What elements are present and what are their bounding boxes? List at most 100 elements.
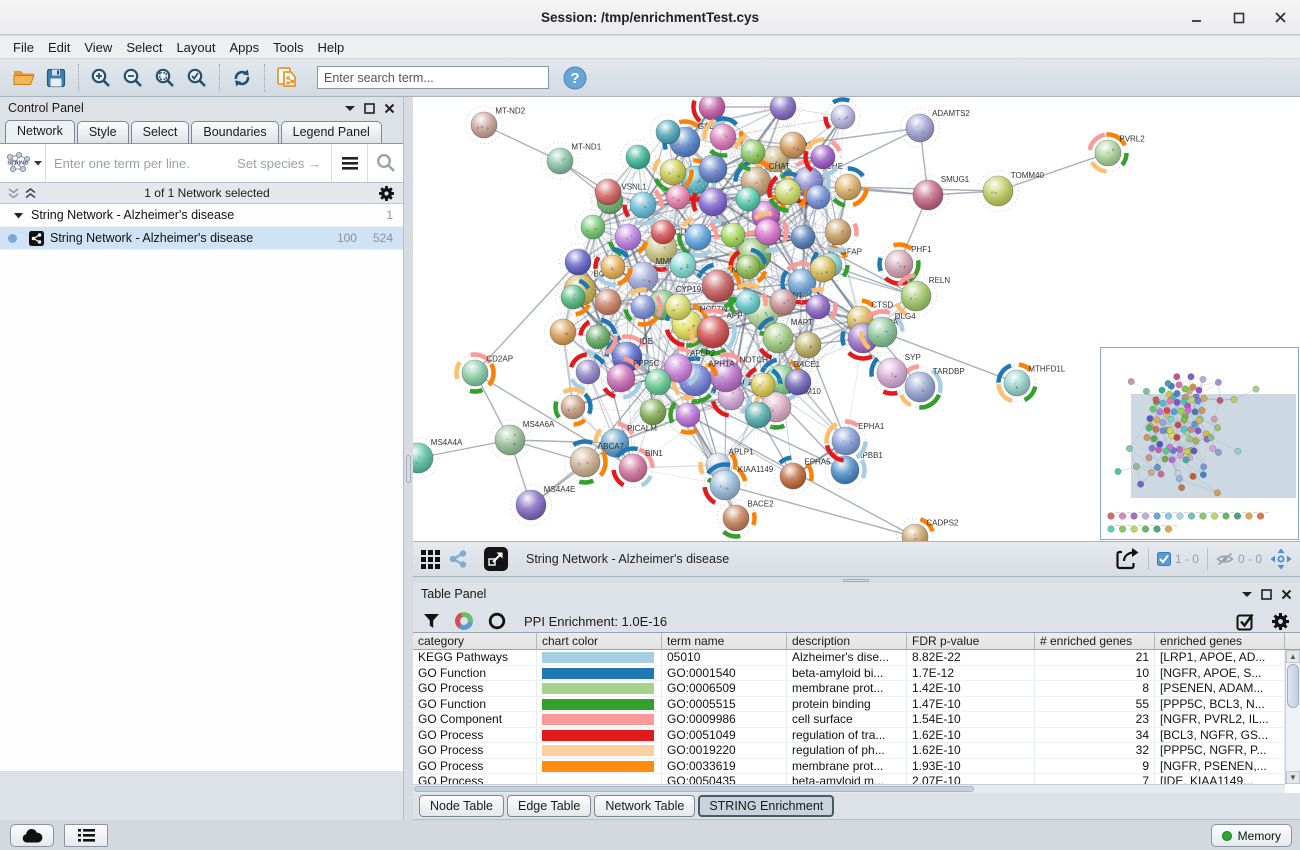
birds-eye-view[interactable] bbox=[1100, 347, 1299, 540]
network-node[interactable] bbox=[679, 219, 716, 256]
panel-float-icon[interactable] bbox=[364, 103, 375, 114]
horizontal-scrollbar[interactable] bbox=[413, 784, 1285, 793]
network-node[interactable] bbox=[571, 355, 606, 390]
navigate-crosshair-icon[interactable] bbox=[1270, 548, 1292, 570]
task-history-button[interactable] bbox=[64, 824, 108, 847]
tab-network[interactable]: Network bbox=[5, 120, 75, 143]
zoom-selected-button[interactable] bbox=[181, 63, 213, 93]
menu-item-layout[interactable]: Layout bbox=[169, 38, 222, 57]
splitter-grip[interactable] bbox=[406, 455, 411, 483]
network-collection-row[interactable]: String Network - Alzheimer's disease 1 bbox=[0, 204, 403, 227]
zoom-in-button[interactable] bbox=[85, 63, 117, 93]
network-node[interactable] bbox=[545, 314, 582, 351]
network-node[interactable]: MT-ND1 bbox=[542, 143, 602, 180]
memory-button[interactable]: Memory bbox=[1211, 824, 1292, 847]
table-row[interactable]: GO FunctionGO:0005515protein binding1.47… bbox=[413, 697, 1300, 713]
network-node[interactable] bbox=[806, 140, 841, 175]
table-row[interactable]: GO ProcessGO:0033619membrane prot...1.93… bbox=[413, 759, 1300, 775]
zoom-fit-button[interactable] bbox=[149, 63, 181, 93]
network-node[interactable] bbox=[655, 154, 692, 191]
menu-item-help[interactable]: Help bbox=[311, 38, 352, 57]
network-node[interactable]: BACE2 bbox=[718, 500, 775, 537]
column-header-chart-color[interactable]: chart color bbox=[537, 633, 662, 649]
column-header-category[interactable]: category bbox=[413, 633, 537, 649]
network-node[interactable] bbox=[581, 320, 616, 355]
save-session-button[interactable] bbox=[40, 63, 72, 93]
tab-boundaries[interactable]: Boundaries bbox=[191, 121, 278, 143]
table-row[interactable]: GO ComponentGO:0009986cell surface1.54E-… bbox=[413, 712, 1300, 728]
gear-icon[interactable] bbox=[1271, 612, 1290, 631]
minimize-button[interactable] bbox=[1188, 9, 1206, 27]
menu-item-select[interactable]: Select bbox=[119, 38, 169, 57]
splitter-grip[interactable] bbox=[843, 579, 869, 582]
network-node[interactable]: MS4A6A bbox=[490, 420, 556, 461]
tab-edge-table[interactable]: Edge Table bbox=[507, 795, 591, 817]
set-species-label[interactable]: Set species → bbox=[237, 156, 331, 171]
refresh-button[interactable] bbox=[226, 63, 258, 93]
string-query-input[interactable] bbox=[46, 156, 237, 171]
new-network-from-selection-button[interactable] bbox=[271, 63, 303, 93]
tab-node-table[interactable]: Node Table bbox=[419, 795, 504, 817]
network-node[interactable] bbox=[801, 290, 836, 325]
expand-all-icon[interactable] bbox=[25, 188, 36, 199]
network-node[interactable]: MTHFD1L bbox=[999, 365, 1066, 402]
panel-float-icon[interactable] bbox=[1261, 589, 1272, 600]
panel-menu-icon[interactable] bbox=[1242, 590, 1252, 598]
table-row[interactable]: GO ProcessGO:0051049regulation of tra...… bbox=[413, 728, 1300, 744]
column-header-fdr-p-value[interactable]: FDR p-value bbox=[907, 633, 1035, 649]
maximize-button[interactable] bbox=[1230, 9, 1248, 27]
network-canvas[interactable]: MT-ND2MT-ND1VSNL1GAB2ADAMTS2PVRL2SMUG1TO… bbox=[413, 97, 1300, 541]
close-button[interactable] bbox=[1272, 9, 1290, 27]
tab-string-enrichment[interactable]: STRING Enrichment bbox=[698, 795, 834, 817]
network-node[interactable]: PVRL2 bbox=[1090, 135, 1146, 172]
open-session-button[interactable] bbox=[8, 63, 40, 93]
grid-view-icon[interactable] bbox=[421, 550, 440, 569]
network-node[interactable]: CADPS2 bbox=[897, 519, 959, 542]
tree-expand-icon[interactable] bbox=[14, 212, 23, 219]
vertical-splitter[interactable] bbox=[404, 97, 413, 820]
column-header-term-name[interactable]: term name bbox=[662, 633, 787, 649]
network-node[interactable] bbox=[825, 100, 860, 135]
string-source-selector[interactable]: STRING bbox=[0, 144, 46, 182]
menu-item-tools[interactable]: Tools bbox=[266, 38, 310, 57]
table-row[interactable]: GO FunctionGO:0001540beta-amyloid bi...1… bbox=[413, 666, 1300, 682]
network-node[interactable]: CD2AP bbox=[456, 354, 513, 391]
scroll-down-arrow[interactable]: ▼ bbox=[1286, 771, 1300, 784]
network-node[interactable] bbox=[665, 247, 702, 284]
export-network-button[interactable] bbox=[1114, 546, 1140, 572]
column-header--enriched-genes[interactable]: # enriched genes bbox=[1035, 633, 1155, 649]
scroll-up-arrow[interactable]: ▲ bbox=[1286, 650, 1300, 663]
detach-view-button[interactable] bbox=[484, 547, 508, 571]
search-input[interactable] bbox=[317, 66, 549, 89]
collapse-all-icon[interactable] bbox=[8, 188, 19, 199]
panel-close-icon[interactable] bbox=[1281, 589, 1292, 600]
network-node[interactable] bbox=[731, 250, 766, 285]
network-row-selected[interactable]: String Network - Alzheimer's disease 100… bbox=[0, 227, 403, 250]
table-row[interactable]: GO ProcessGO:0006509membrane prot...1.42… bbox=[413, 681, 1300, 697]
network-node[interactable] bbox=[596, 249, 631, 284]
network-node[interactable]: MS4A4E bbox=[511, 485, 576, 526]
gear-icon[interactable] bbox=[378, 185, 395, 202]
network-node[interactable]: EPHA5 bbox=[775, 458, 832, 495]
tab-network-table[interactable]: Network Table bbox=[594, 795, 695, 817]
select-rows-icon[interactable] bbox=[1236, 612, 1255, 631]
chart-donut-icon[interactable] bbox=[454, 611, 474, 631]
network-node[interactable]: SMUG1 bbox=[908, 175, 970, 216]
scrollbar-thumb[interactable] bbox=[1287, 664, 1299, 708]
network-node[interactable]: RELN bbox=[896, 276, 951, 317]
string-search-button[interactable] bbox=[367, 144, 403, 182]
menu-item-file[interactable]: File bbox=[6, 38, 41, 57]
table-row[interactable]: GO ProcessGO:0050435beta-amyloid m...2.0… bbox=[413, 774, 1300, 784]
menu-item-edit[interactable]: Edit bbox=[41, 38, 77, 57]
network-node[interactable] bbox=[624, 187, 661, 224]
network-node[interactable]: TOMM40 bbox=[978, 171, 1045, 212]
network-node[interactable]: MS4A4A bbox=[413, 438, 463, 479]
table-row[interactable]: GO ProcessGO:0019220regulation of ph...1… bbox=[413, 743, 1300, 759]
panel-close-icon[interactable] bbox=[384, 103, 395, 114]
network-node[interactable]: MT-ND2 bbox=[466, 107, 526, 144]
network-node[interactable] bbox=[820, 214, 857, 251]
network-node[interactable] bbox=[830, 168, 867, 205]
string-options-button[interactable] bbox=[331, 144, 367, 182]
network-node[interactable] bbox=[556, 280, 591, 315]
network-node[interactable]: BIN1 bbox=[614, 449, 664, 488]
